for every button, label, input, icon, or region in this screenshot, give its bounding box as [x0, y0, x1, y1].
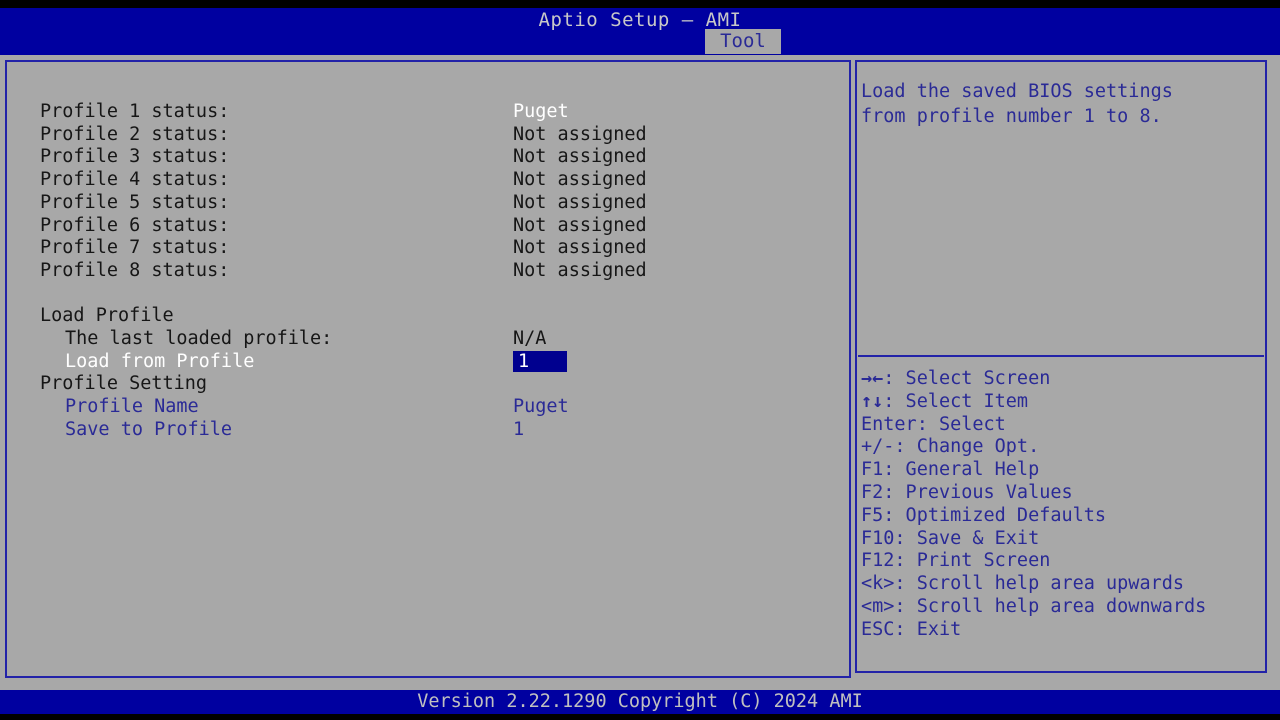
legend-item: →←: Select Screen [861, 367, 1050, 390]
legend-item: F10: Save & Exit [861, 527, 1040, 549]
footer-bar: Version 2.22.1290 Copyright (C) 2024 AMI [0, 690, 1280, 714]
version-text: Version 2.22.1290 Copyright (C) 2024 AMI [417, 691, 863, 712]
profile-8-status-value: Not assigned [513, 259, 647, 281]
profile-6-status: Profile 6 status: Not assigned [7, 214, 849, 237]
profile-3-status-value: Not assigned [513, 146, 647, 168]
arrow-key-icon: ↑↓ [861, 390, 884, 412]
tab-strip: Tool [0, 29, 1280, 55]
profile-1-status: Profile 1 status: Puget [7, 100, 849, 123]
arrow-key-icon: →← [861, 368, 884, 389]
save-to-profile-label: Save to Profile [65, 418, 233, 440]
profile-8-status: Profile 8 status: Not assigned [7, 259, 849, 282]
load-from-profile-value-selected[interactable]: 1 [513, 350, 567, 372]
save-to-profile-value[interactable]: 1 [513, 418, 524, 441]
legend-item: F5: Optimized Defaults [861, 504, 1107, 526]
help-line: Load the saved BIOS settings [861, 81, 1173, 102]
profile-5-status-value: Not assigned [513, 191, 647, 213]
profile-8-status-label: Profile 8 status: [40, 259, 230, 281]
legend-item: F2: Previous Values [861, 482, 1073, 503]
top-black-border [0, 0, 1280, 8]
legend-item: ↑↓: Select Item [861, 390, 1028, 413]
last-loaded-profile: The last loaded profile: N/A [7, 327, 849, 350]
help-line: from profile number 1 to 8. [861, 106, 1162, 127]
profile-3-status-label: Profile 3 status: [40, 146, 230, 168]
legend-item: <m>: Scroll help area downwards [861, 596, 1207, 617]
profile-setting-section: Profile Setting [7, 372, 849, 395]
legend-item: F1: General Help [861, 459, 1040, 481]
legend-item: ESC: Exit [861, 618, 962, 640]
profile-2-status-label: Profile 2 status: [40, 123, 230, 145]
profile-6-status-value: Not assigned [513, 214, 647, 236]
bottom-black-border [0, 714, 1280, 720]
profile-4-status: Profile 4 status: Not assigned [7, 168, 849, 191]
profile-7-status-value: Not assigned [513, 237, 647, 259]
profile-name-value[interactable]: Puget [513, 395, 569, 418]
settings-panel: Profile 1 status: Puget Profile 2 status: N… [5, 60, 851, 678]
last-loaded-profile-label: The last loaded profile: [65, 328, 333, 349]
profile-7-status: Profile 7 status: Not assigned [7, 236, 849, 259]
legend-item-label: : Select Item [883, 390, 1029, 412]
profile-name[interactable]: Profile Name Puget [7, 395, 849, 418]
save-to-profile[interactable]: Save to Profile 1 [7, 418, 849, 441]
last-loaded-profile-value: N/A [513, 328, 547, 349]
help-panel: Load the saved BIOS settings from profile… [855, 60, 1267, 673]
load-from-profile[interactable]: Load from Profile 1 [7, 350, 849, 373]
profile-3-status: Profile 3 status: Not assigned [7, 145, 849, 168]
profile-1-status-label: Profile 1 status: [40, 101, 230, 122]
legend-item: +/-: Change Opt. [861, 436, 1040, 458]
profile-2-status: Profile 2 status: Not assigned [7, 123, 849, 146]
legend-item: Enter: Select [861, 413, 1006, 435]
load-profile-section: Load Profile [7, 304, 849, 327]
settings-rows: Profile 1 status: Puget Profile 2 status: N… [7, 62, 849, 676]
profile-4-status-label: Profile 4 status: [40, 169, 230, 191]
legend-item: <k>: Scroll help area upwards [861, 573, 1185, 595]
tab-tool[interactable]: Tool [705, 29, 781, 54]
legend-item: F12: Print Screen [861, 550, 1051, 572]
profile-name-label: Profile Name [65, 396, 199, 418]
profile-1-status-value: Puget [513, 101, 569, 122]
profile-7-status-label: Profile 7 status: [40, 237, 230, 259]
help-divider [858, 355, 1264, 357]
bios-setup-screen: Aptio Setup – AMI Tool Profile 1 status:… [0, 0, 1280, 720]
profile-setting-section-label: Profile Setting [40, 373, 208, 395]
profile-6-status-label: Profile 6 status: [40, 214, 230, 236]
load-profile-section-label: Load Profile [40, 305, 174, 327]
profile-5-status: Profile 5 status: Not assigned [7, 191, 849, 214]
legend-item-label: : Select Screen [883, 368, 1051, 389]
profile-2-status-value: Not assigned [513, 123, 647, 145]
profile-4-status-value: Not assigned [513, 169, 647, 191]
load-from-profile-label: Load from Profile [65, 350, 255, 372]
profile-5-status-label: Profile 5 status: [40, 191, 230, 213]
